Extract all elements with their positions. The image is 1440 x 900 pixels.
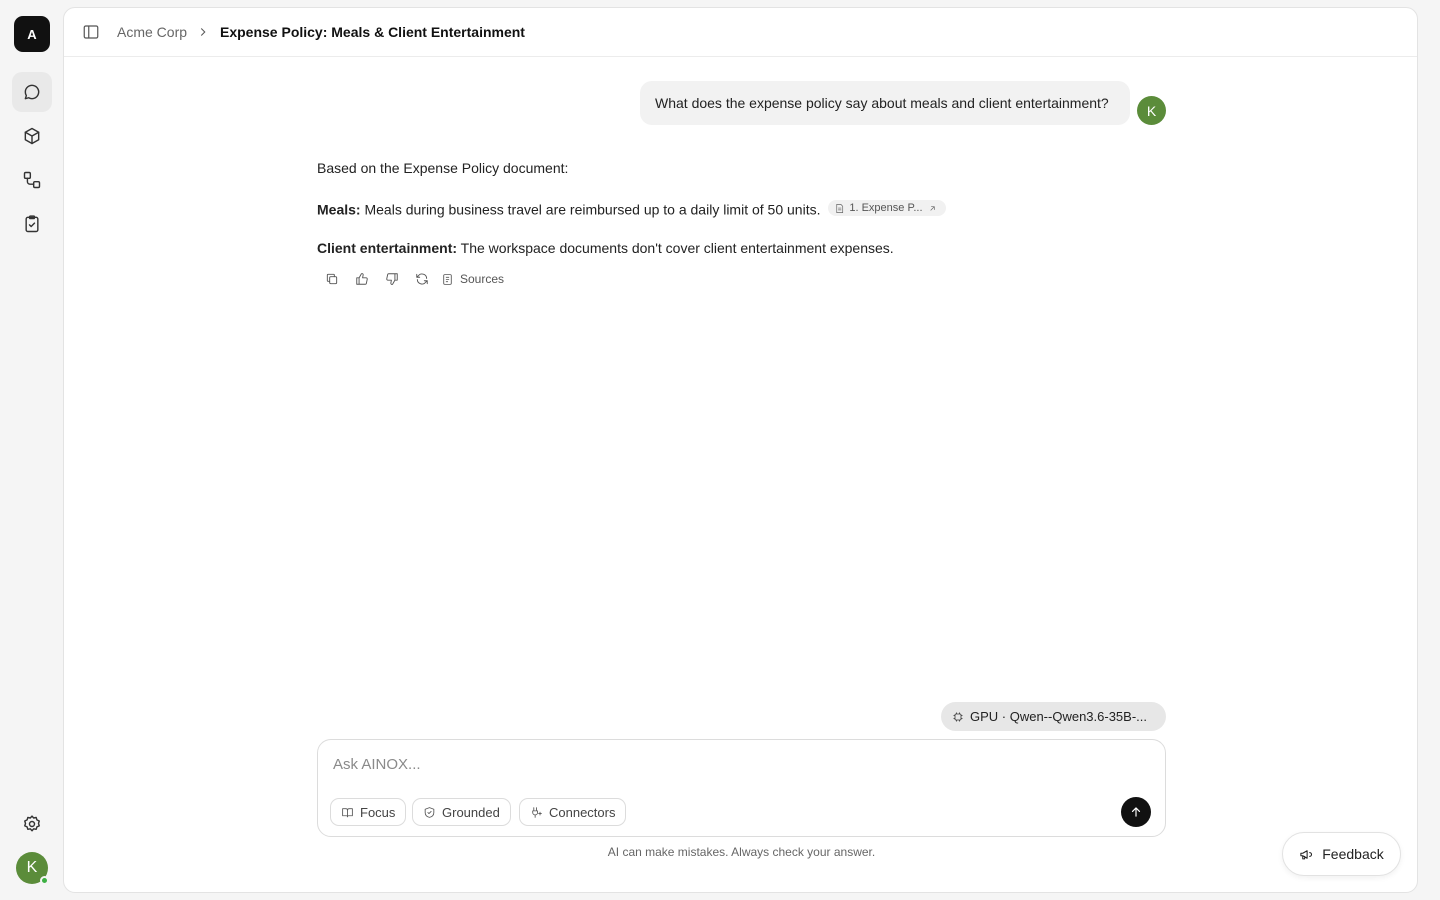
focus-label: Focus [360,804,396,820]
user-initial: K [26,859,38,876]
answer-actions: Sources [317,268,504,290]
chip-processor-icon [953,712,963,721]
meals-text: Meals during business travel are reimbur… [364,201,821,218]
client-text: The workspace documents don't cover clie… [460,240,894,256]
grounded-label: Grounded [442,804,500,820]
chat-bubble-icon [24,84,40,100]
copy-icon [326,273,338,285]
arrow-up-icon [1131,807,1141,817]
main-panel: Acme Corp Expense Policy: Meals & Client… [63,7,1418,893]
answer-intro: Based on the Expense Policy document: [317,160,569,176]
chevron-right-icon [196,25,210,39]
rail-item-models[interactable] [12,116,52,156]
cube-icon [24,127,40,145]
answer-client-line: Client entertainment: The workspace docu… [317,240,894,256]
plug-icon [532,806,542,818]
message-user-avatar: K [1137,96,1166,125]
regenerate-button[interactable] [407,268,437,290]
disclaimer-text: AI can make mistakes. Always check your … [607,845,876,859]
thumbs-up-icon [356,273,368,285]
message-user-initial: K [1146,102,1157,119]
breadcrumb-root[interactable]: Acme Corp [117,24,187,40]
workflow-icon [23,171,41,189]
external-link-icon [929,205,935,211]
gear-icon [24,815,40,832]
model-label: GPU · Qwen--Qwen3.6-35B-... [970,709,1147,724]
shield-check-icon [424,806,435,818]
citation-label: 1. Expense P... [849,202,923,214]
clipboard-check-icon [25,215,39,233]
top-bar: Acme Corp Expense Policy: Meals & Client… [64,8,1417,57]
model-selector[interactable]: GPU · Qwen--Qwen3.6-35B-... [941,702,1166,731]
copy-button[interactable] [317,268,347,290]
refresh-icon [416,273,428,285]
online-status-dot [40,876,49,885]
feedback-label: Feedback [1322,846,1384,862]
rail-item-chat[interactable] [12,72,52,112]
prompt-input[interactable] [333,754,1113,774]
rail-item-tasks[interactable] [12,204,52,244]
grounded-chip[interactable]: Grounded [412,798,511,826]
connectors-label: Connectors [549,804,616,820]
client-label: Client entertainment: [317,240,458,256]
thumbs-down-icon [386,273,398,285]
settings-button[interactable] [12,804,52,844]
feedback-button[interactable]: Feedback [1282,832,1401,876]
sidebar-panel-icon [83,25,99,39]
user-message-bubble: What does the expense policy say about m… [640,81,1130,125]
focus-chip[interactable]: Focus [330,798,407,826]
workspace-logo[interactable]: A [14,16,50,52]
thumbs-down-button[interactable] [377,268,407,290]
send-button[interactable] [1121,797,1151,827]
user-message-text: What does the expense policy say about m… [655,95,1109,111]
page-title: Expense Policy: Meals & Client Entertain… [220,24,525,40]
document-list-icon [443,273,452,285]
composer: Focus Grounded Connectors [317,739,1166,837]
sources-button[interactable]: Sources [441,272,504,286]
thumbs-up-button[interactable] [347,268,377,290]
meals-label: Meals: [317,201,361,218]
left-rail: A K [0,0,64,900]
user-avatar[interactable]: K [16,852,49,885]
megaphone-icon [1300,849,1313,859]
connectors-chip[interactable]: Connectors [519,798,627,826]
rail-item-workflows[interactable] [12,160,52,200]
logo-letter: A [27,26,37,42]
answer-meals-line: Meals: Meals during business travel are … [317,200,946,218]
sources-label: Sources [460,272,505,286]
citation-chip[interactable]: 1. Expense P... [828,200,946,216]
document-icon [836,203,844,213]
sidebar-toggle-button[interactable] [82,23,102,43]
book-open-icon [342,807,353,817]
